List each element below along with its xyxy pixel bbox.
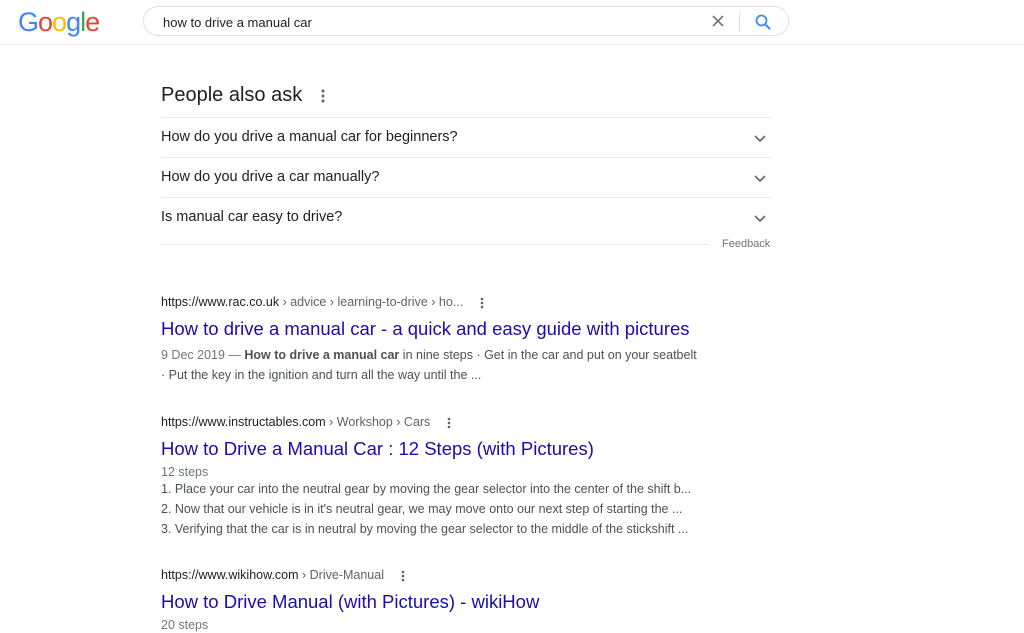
paa-question[interactable]: How do you drive a manual car for beginn… xyxy=(161,117,771,157)
list-item: 3. Verifying that the car is in neutral … xyxy=(161,521,689,536)
paa-question-text: Is manual car easy to drive? xyxy=(161,209,343,225)
google-logo[interactable]: Google xyxy=(18,6,100,38)
result-path: › Drive-Manual xyxy=(298,568,384,582)
search-input[interactable] xyxy=(163,12,683,32)
steps-count: 20 steps xyxy=(161,617,209,632)
list-item: 1. Place your car into the neutral gear … xyxy=(161,481,692,496)
more-options-icon[interactable] xyxy=(444,416,454,430)
chevron-down-icon xyxy=(753,171,767,185)
search-result: https://www.instructables.com › Workshop… xyxy=(161,415,761,539)
logo-letter: e xyxy=(85,7,100,37)
search-box xyxy=(143,6,789,36)
result-snippet: 9 Dec 2019 — How to drive a manual car i… xyxy=(161,345,761,385)
logo-letter: g xyxy=(66,7,81,37)
search-result: https://www.rac.co.uk › advice › learnin… xyxy=(161,295,761,385)
logo-letter: o xyxy=(52,7,67,37)
chevron-down-icon xyxy=(753,131,767,145)
search-result: https://www.wikihow.com › Drive-Manual H… xyxy=(161,568,761,632)
result-path: › Workshop › Cars xyxy=(325,415,431,429)
paa-question-text: How do you drive a manual car for beginn… xyxy=(161,129,458,145)
result-title-link[interactable]: How to drive a manual car - a quick and … xyxy=(161,317,761,341)
result-path: › advice › learning-to-drive › ho... xyxy=(279,295,464,309)
logo-letter: G xyxy=(18,7,39,37)
result-url[interactable]: https://www.rac.co.uk › advice › learnin… xyxy=(161,295,761,310)
result-url[interactable]: https://www.wikihow.com › Drive-Manual xyxy=(161,568,761,583)
steps-list: 1. Place your car into the neutral gear … xyxy=(161,479,761,539)
clear-icon[interactable] xyxy=(710,13,726,29)
chevron-down-icon xyxy=(753,211,767,225)
search-divider xyxy=(739,13,740,31)
paa-question[interactable]: How do you drive a car manually? xyxy=(161,157,771,197)
more-options-icon[interactable] xyxy=(318,87,328,105)
result-url[interactable]: https://www.instructables.com › Workshop… xyxy=(161,415,761,430)
list-item: 2. Now that our vehicle is in it's neutr… xyxy=(161,501,683,516)
paa-question-text: How do you drive a car manually? xyxy=(161,169,380,185)
snippet-text-line2: · Put the key in the ignition and turn a… xyxy=(161,367,482,382)
paa-divider xyxy=(161,244,709,245)
result-title-link[interactable]: How to Drive Manual (with Pictures) - wi… xyxy=(161,590,761,614)
result-domain: https://www.wikihow.com xyxy=(161,568,299,582)
paa-question[interactable]: Is manual car easy to drive? xyxy=(161,197,771,237)
steps-count: 12 steps xyxy=(161,464,209,479)
people-also-ask-title: People also ask xyxy=(161,84,303,106)
result-date: 9 Dec 2019 — xyxy=(161,347,245,362)
search-icon[interactable] xyxy=(754,13,772,31)
result-domain: https://www.instructables.com xyxy=(161,415,326,429)
snippet-text: in nine steps · Get in the car and put o… xyxy=(399,347,697,362)
more-options-icon[interactable] xyxy=(477,296,487,310)
snippet-highlight: How to drive a manual car xyxy=(244,347,400,362)
result-domain: https://www.rac.co.uk xyxy=(161,295,280,309)
feedback-link[interactable]: Feedback xyxy=(722,238,770,250)
header: Google xyxy=(0,0,1024,45)
result-title-link[interactable]: How to Drive a Manual Car : 12 Steps (wi… xyxy=(161,437,761,461)
logo-letter: o xyxy=(38,7,53,37)
more-options-icon[interactable] xyxy=(398,569,408,583)
